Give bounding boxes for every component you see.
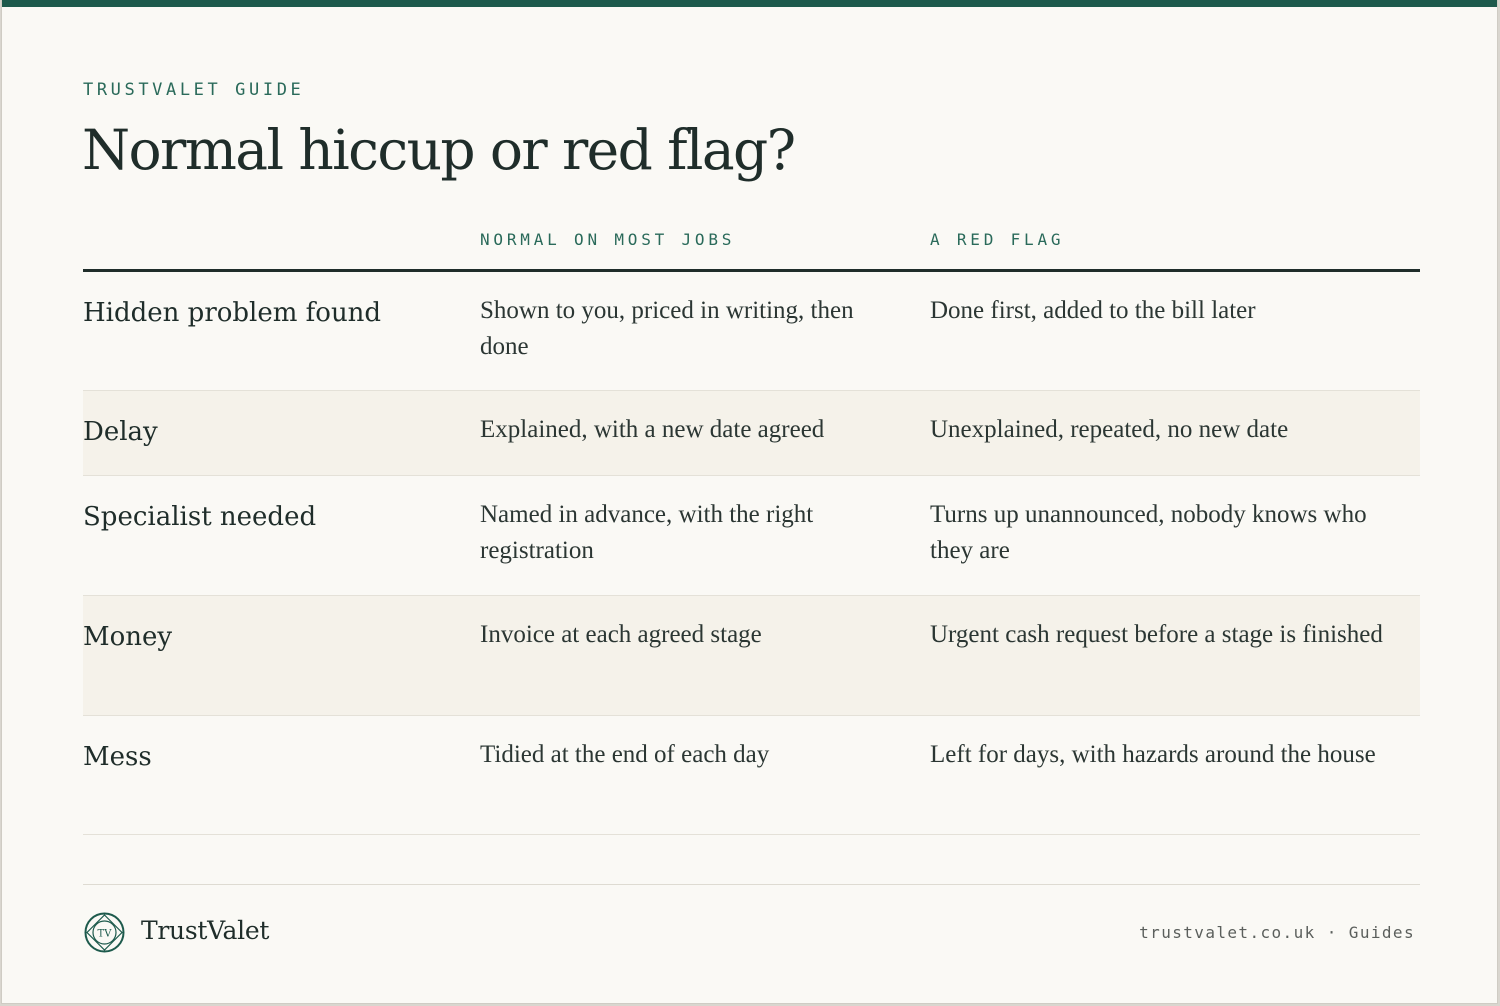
table-row: Money Invoice at each agreed stage Urgen… xyxy=(83,596,1420,716)
row-label: Hidden problem found xyxy=(83,298,382,328)
row-label: Delay xyxy=(83,417,158,447)
site-link[interactable]: trustvalet.co.uk xyxy=(1139,923,1316,942)
logo-monogram: TV xyxy=(98,929,113,940)
table-row: Mess Tidied at the end of each day Left … xyxy=(83,716,1420,835)
normal-cell: Invoice at each agreed stage xyxy=(480,621,762,648)
footer-divider xyxy=(83,884,1420,885)
brand-name: TrustValet xyxy=(141,916,270,945)
red-flag-cell: Urgent cash request before a stage is fi… xyxy=(930,621,1383,648)
tv-monogram-icon: TV xyxy=(84,912,125,953)
footer-meta: trustvalet.co.uk · Guides xyxy=(1139,923,1415,942)
top-accent-bar xyxy=(2,0,1497,7)
guides-link[interactable]: Guides xyxy=(1349,923,1415,942)
row-label: Money xyxy=(83,622,173,652)
row-label: Specialist needed xyxy=(83,502,317,532)
page-title: Normal hiccup or red flag? xyxy=(82,118,796,182)
red-flag-cell: Unexplained, repeated, no new date xyxy=(930,416,1289,443)
normal-cell: Explained, with a new date agreed xyxy=(480,416,825,443)
table-row: Hidden problem found Shown to you, price… xyxy=(83,272,1420,391)
row-label: Mess xyxy=(83,742,152,772)
red-flag-cell: Turns up unannounced, nobody knows who t… xyxy=(930,501,1367,564)
table-row: Delay Explained, with a new date agreed … xyxy=(83,391,1420,476)
red-flag-cell: Left for days, with hazards around the h… xyxy=(930,741,1376,768)
red-flag-cell: Done first, added to the bill later xyxy=(930,297,1256,324)
guide-card: TRUSTVALET GUIDE Normal hiccup or red fl… xyxy=(1,0,1498,1004)
normal-cell: Shown to you, priced in writing, then do… xyxy=(480,297,854,360)
column-header-normal: NORMAL ON MOST JOBS xyxy=(480,230,736,249)
column-header-red-flag: A RED FLAG xyxy=(930,230,1065,249)
normal-cell: Tidied at the end of each day xyxy=(480,741,770,768)
normal-cell: Named in advance, with the right registr… xyxy=(480,501,814,564)
eyebrow-label: TRUSTVALET GUIDE xyxy=(83,80,305,100)
footer-separator: · xyxy=(1326,923,1338,942)
table-row: Specialist needed Named in advance, with… xyxy=(83,476,1420,596)
